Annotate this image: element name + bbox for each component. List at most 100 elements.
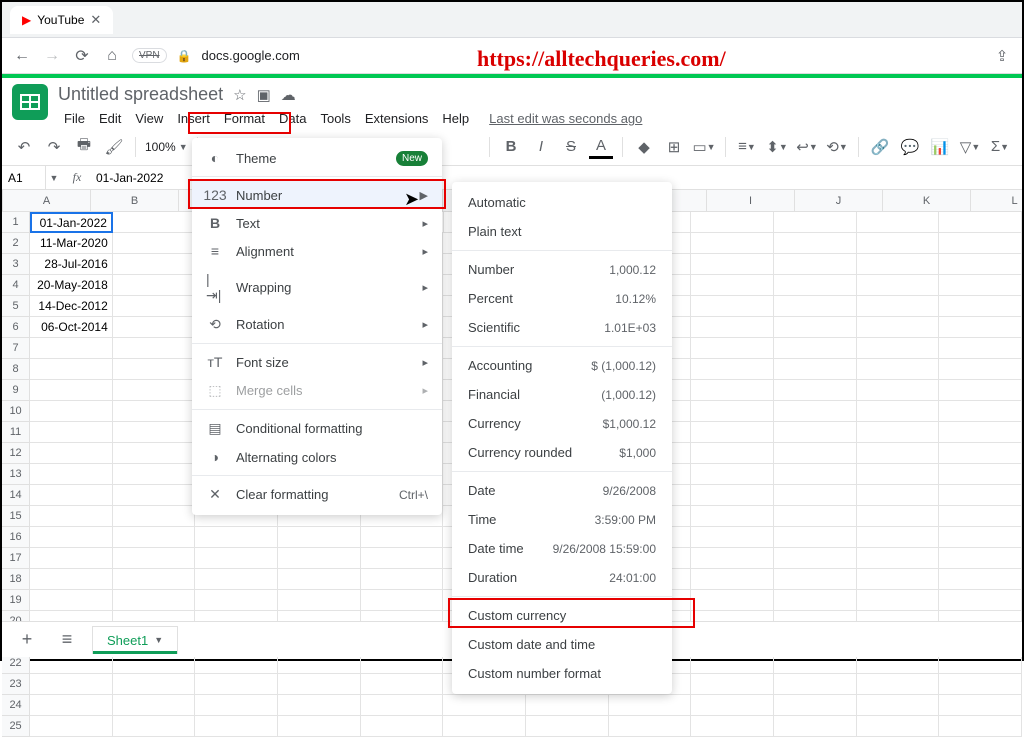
cell[interactable] [774,422,857,443]
star-icon[interactable]: ☆ [233,86,246,104]
cell[interactable] [30,569,113,590]
rotate-icon[interactable]: ⟲ ▼ [825,135,849,159]
row-header[interactable]: 5 [2,296,30,317]
cell[interactable] [691,590,774,611]
row-header[interactable]: 7 [2,338,30,359]
close-icon[interactable]: ✕ [90,12,101,28]
cell[interactable] [857,233,940,254]
cell[interactable] [691,275,774,296]
merge-cells-icon[interactable]: ▭ ▼ [692,135,716,159]
cell[interactable] [939,359,1022,380]
cell[interactable] [278,590,361,611]
cell[interactable] [113,233,196,254]
cell[interactable] [113,338,196,359]
cell[interactable] [361,590,444,611]
cell[interactable] [113,254,196,275]
cell[interactable] [113,569,196,590]
cell[interactable] [857,401,940,422]
cell[interactable] [857,716,940,737]
cell[interactable] [774,254,857,275]
cell[interactable] [939,485,1022,506]
row-header[interactable]: 18 [2,569,30,590]
number-duration[interactable]: Duration24:01:00 [452,563,672,592]
cell[interactable] [939,275,1022,296]
cell[interactable] [939,443,1022,464]
paint-format-icon[interactable]: 🖌 [102,135,126,159]
name-box-dropdown[interactable]: ▼ [46,173,62,183]
cell[interactable]: 06-Oct-2014 [30,317,113,338]
cell[interactable] [278,674,361,695]
cell[interactable] [939,317,1022,338]
number-custom-date-time[interactable]: Custom date and time [452,630,672,659]
comment-icon[interactable]: 💬 [898,135,922,159]
cell[interactable] [939,233,1022,254]
redo-icon[interactable]: ↷ [42,135,66,159]
row-header[interactable]: 17 [2,548,30,569]
menu-item-number[interactable]: 123 Number ▶ [192,181,442,209]
cell[interactable] [113,464,196,485]
cell[interactable] [30,527,113,548]
cell[interactable] [774,401,857,422]
cell[interactable] [113,674,196,695]
sheet-tab-dropdown-icon[interactable]: ▼ [154,635,163,645]
cell[interactable] [443,695,526,716]
row-header[interactable]: 24 [2,695,30,716]
cell[interactable]: 28-Jul-2016 [30,254,113,275]
filter-icon[interactable]: ▽ ▼ [958,135,982,159]
cell[interactable] [113,527,196,548]
menu-item-rotation[interactable]: ⟲ Rotation ▸ [192,310,442,339]
menu-item-clear[interactable]: ✕ Clear formatting Ctrl+\ [192,480,442,509]
cell[interactable] [113,695,196,716]
row-header[interactable]: 25 [2,716,30,737]
functions-icon[interactable]: Σ ▼ [988,135,1012,159]
cell[interactable] [857,548,940,569]
row-header[interactable]: 10 [2,401,30,422]
cell[interactable] [113,212,196,233]
cell[interactable] [774,695,857,716]
cell[interactable] [361,674,444,695]
forward-icon[interactable]: → [42,46,62,66]
cell[interactable] [857,254,940,275]
cell[interactable] [691,254,774,275]
cell[interactable] [774,506,857,527]
cell[interactable] [609,695,692,716]
cell[interactable] [361,548,444,569]
cell[interactable] [857,359,940,380]
cell[interactable] [278,716,361,737]
cell[interactable] [691,569,774,590]
cell[interactable] [774,464,857,485]
menu-item-font-size[interactable]: тT Font size ▸ [192,348,442,376]
cell[interactable] [774,569,857,590]
number-accounting[interactable]: Accounting$ (1,000.12) [452,351,672,380]
cell[interactable] [691,527,774,548]
all-sheets-button[interactable]: ≡ [52,625,82,655]
cell[interactable] [857,422,940,443]
cell[interactable] [30,401,113,422]
number-custom-format[interactable]: Custom number format [452,659,672,688]
add-sheet-button[interactable]: + [12,625,42,655]
chart-icon[interactable]: 📊 [928,135,952,159]
move-folder-icon[interactable]: ▣ [257,86,271,104]
cell[interactable] [857,317,940,338]
cell[interactable] [939,296,1022,317]
cell[interactable] [113,401,196,422]
italic-icon[interactable]: I [529,135,553,159]
strikethrough-icon[interactable]: S [559,135,583,159]
row-header[interactable]: 15 [2,506,30,527]
cell[interactable] [774,548,857,569]
cell[interactable] [195,674,278,695]
row-header[interactable]: 16 [2,527,30,548]
cell[interactable] [30,590,113,611]
cell[interactable] [30,695,113,716]
cell[interactable] [113,548,196,569]
cell[interactable] [278,695,361,716]
doc-title[interactable]: Untitled spreadsheet [58,84,223,105]
row-header[interactable]: 23 [2,674,30,695]
cell[interactable] [195,695,278,716]
cell[interactable]: 20-May-2018 [30,275,113,296]
share-icon[interactable]: ⇪ [992,46,1012,66]
name-box[interactable]: A1 [2,166,46,189]
cell[interactable] [30,338,113,359]
fill-color-icon[interactable]: ◆ [632,135,656,159]
cell[interactable] [361,527,444,548]
